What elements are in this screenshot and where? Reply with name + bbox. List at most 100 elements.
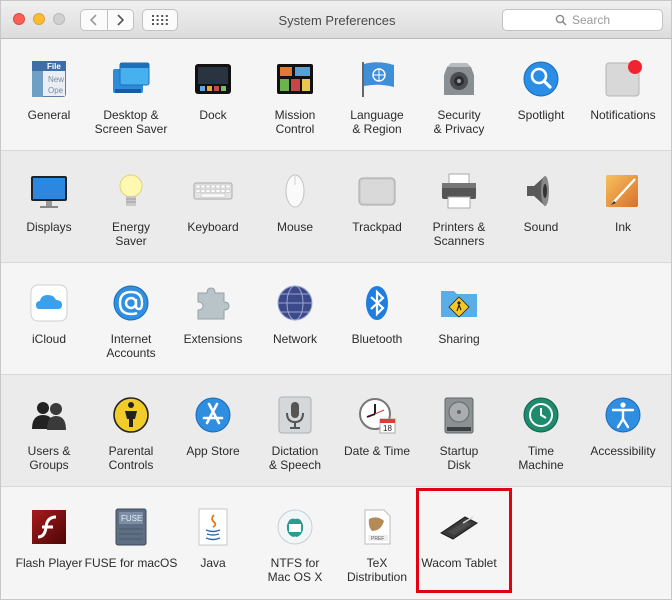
notifications-icon xyxy=(605,60,642,97)
general-icon-new-text: New xyxy=(48,75,64,84)
pane-notifications[interactable]: Notifications xyxy=(582,39,664,147)
pane-label: Internet Accounts xyxy=(106,332,156,360)
desktop-screen-saver-icon xyxy=(113,62,150,93)
pane-dictation-speech[interactable]: Dictation & Speech xyxy=(254,375,336,483)
pane-label: Desktop & Screen Saver xyxy=(94,108,168,136)
pane-label: Security & Privacy xyxy=(433,108,485,136)
pane-accessibility[interactable]: Accessibility xyxy=(582,375,664,483)
pane-icloud[interactable]: iCloud xyxy=(8,263,90,371)
pane-label: Java xyxy=(200,556,226,570)
fuse-icon-text: FUSE xyxy=(121,514,142,523)
pane-label: Flash Player xyxy=(15,556,83,570)
pane-label: Keyboard xyxy=(187,220,239,234)
pane-trackpad[interactable]: Trackpad xyxy=(336,151,418,259)
pane-label: Trackpad xyxy=(352,220,402,234)
startup-disk-icon xyxy=(444,397,474,434)
pane-network[interactable]: Network xyxy=(254,263,336,371)
pane-ntfs[interactable]: NTFS for Mac OS X xyxy=(254,487,336,595)
pane-date-time[interactable]: 18 Date & Time xyxy=(336,375,418,483)
pane-users-groups[interactable]: Users & Groups xyxy=(8,375,90,483)
pane-startup-disk[interactable]: Startup Disk xyxy=(418,375,500,483)
internet-accounts-icon xyxy=(113,285,149,321)
pane-energy-saver[interactable]: Energy Saver xyxy=(90,151,172,259)
pane-label: Bluetooth xyxy=(351,332,403,346)
time-machine-icon xyxy=(523,397,559,433)
pane-label: Mouse xyxy=(276,220,314,234)
pane-app-store[interactable]: App Store xyxy=(172,375,254,483)
extensions-icon xyxy=(197,287,230,320)
accessibility-icon xyxy=(605,397,641,433)
preference-row-other: Flash Player FUSE FUSE for macOS Java NT… xyxy=(1,487,671,599)
pane-security-privacy[interactable]: Security & Privacy xyxy=(418,39,500,147)
search-field[interactable]: Search xyxy=(502,9,663,31)
pane-flash-player[interactable]: Flash Player xyxy=(8,487,90,595)
pane-mission-control[interactable]: Mission Control xyxy=(254,39,336,147)
pane-label: Ink xyxy=(614,220,631,234)
dock-icon xyxy=(195,64,231,94)
java-icon xyxy=(198,508,228,546)
spotlight-icon xyxy=(523,61,559,97)
pane-parental-controls[interactable]: Parental Controls xyxy=(90,375,172,483)
ntfs-icon xyxy=(277,509,313,545)
displays-icon xyxy=(31,176,67,208)
pane-label: Date & Time xyxy=(343,444,411,458)
preference-row-personal: File New Ope General Desktop & Screen Sav… xyxy=(1,39,671,151)
network-icon xyxy=(277,285,313,321)
pane-language-region[interactable]: Language & Region xyxy=(336,39,418,147)
pane-fuse[interactable]: FUSE FUSE for macOS xyxy=(85,487,177,595)
pane-mouse[interactable]: Mouse xyxy=(254,151,336,259)
pane-label: Startup Disk xyxy=(439,444,479,472)
general-icon-file-text: File xyxy=(47,62,61,71)
pane-bluetooth[interactable]: Bluetooth xyxy=(336,263,418,371)
tex-distribution-icon: PREF xyxy=(364,509,391,545)
pane-label: Notifications xyxy=(590,108,656,122)
pane-label: TeX Distribution xyxy=(346,556,408,584)
pane-label: Displays xyxy=(26,220,72,234)
mouse-icon xyxy=(285,174,305,208)
pane-label: Sharing xyxy=(438,332,480,346)
pane-desktop-screen-saver[interactable]: Desktop & Screen Saver xyxy=(90,39,172,147)
pane-label: Language & Region xyxy=(350,108,404,136)
pane-extensions[interactable]: Extensions xyxy=(172,263,254,371)
pane-tex-distribution[interactable]: PREF TeX Distribution xyxy=(336,487,418,595)
pane-general[interactable]: File New Ope General xyxy=(8,39,90,147)
preference-row-internet: iCloud Internet Accounts Extensions Netw… xyxy=(1,263,671,375)
search-icon xyxy=(555,14,567,26)
mission-control-icon xyxy=(277,64,313,94)
calendar-day-text: 18 xyxy=(383,424,392,433)
general-icon-open-text: Ope xyxy=(48,86,64,95)
energy-saver-icon xyxy=(119,174,143,206)
title-bar: System Preferences Search xyxy=(1,1,671,39)
pane-label: Printers & Scanners xyxy=(432,220,486,248)
pane-label: General xyxy=(27,108,71,122)
pane-displays[interactable]: Displays xyxy=(8,151,90,259)
flash-player-icon xyxy=(32,510,66,544)
pane-label: Dictation & Speech xyxy=(268,444,322,472)
pane-label: Network xyxy=(272,332,317,346)
preference-row-system: Users & Groups Parental Controls App Store xyxy=(1,375,671,487)
bluetooth-icon xyxy=(366,286,388,320)
sound-icon xyxy=(527,176,549,206)
pane-ink[interactable]: Ink xyxy=(582,151,664,259)
search-placeholder: Search xyxy=(571,13,611,27)
pane-sound[interactable]: Sound xyxy=(500,151,582,259)
pane-keyboard[interactable]: Keyboard xyxy=(172,151,254,259)
pane-internet-accounts[interactable]: Internet Accounts xyxy=(90,263,172,371)
pane-sharing[interactable]: Sharing xyxy=(418,263,500,371)
date-time-icon: 18 xyxy=(359,398,396,434)
pane-time-machine[interactable]: Time Machine xyxy=(500,375,582,483)
pane-java[interactable]: Java xyxy=(172,487,254,595)
users-groups-icon xyxy=(32,402,66,430)
app-store-icon xyxy=(195,397,231,433)
pane-printers-scanners[interactable]: Printers & Scanners xyxy=(418,151,500,259)
pane-label: Parental Controls xyxy=(108,444,154,472)
pane-label: Accessibility xyxy=(590,444,656,458)
parental-controls-icon xyxy=(113,397,149,433)
security-privacy-icon xyxy=(444,63,474,95)
pane-dock[interactable]: Dock xyxy=(172,39,254,147)
sharing-icon xyxy=(441,291,477,318)
pane-label: iCloud xyxy=(31,332,67,346)
ink-icon xyxy=(606,175,638,207)
pane-label: Mission Control xyxy=(274,108,316,136)
pane-spotlight[interactable]: Spotlight xyxy=(500,39,582,147)
